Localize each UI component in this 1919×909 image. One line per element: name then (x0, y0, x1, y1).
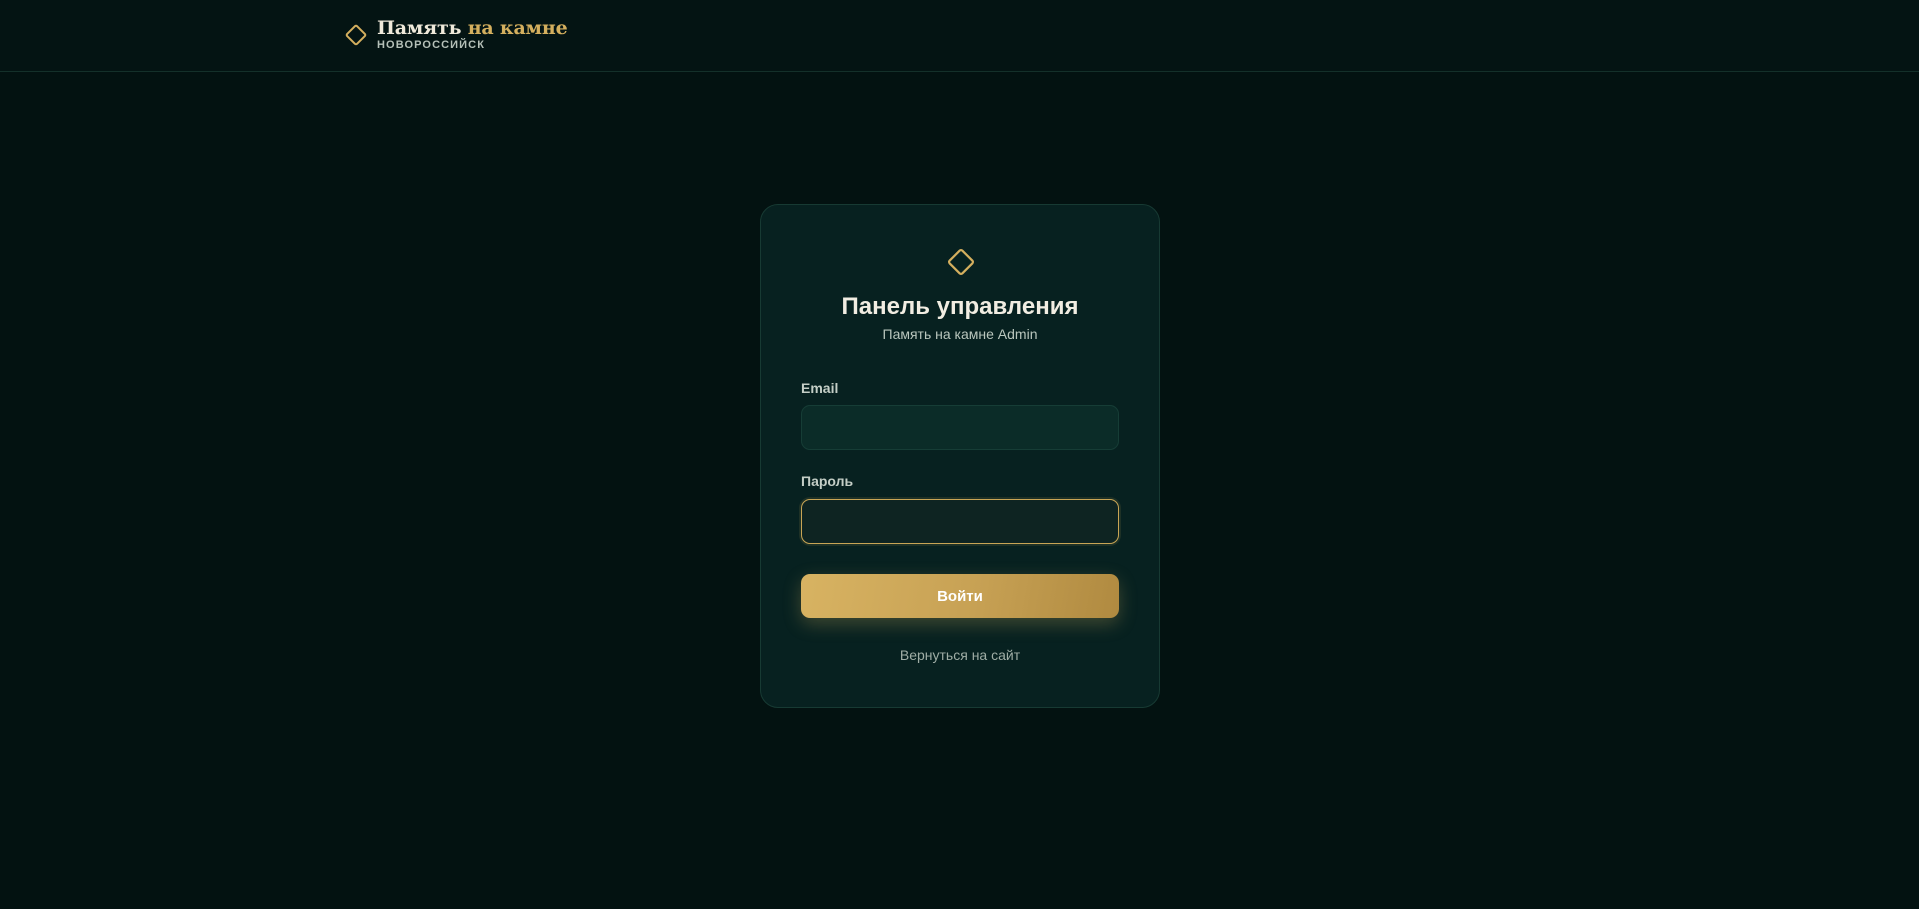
brand-title: Память на камне (377, 17, 568, 39)
page-subtitle: Память на камне Admin (882, 326, 1038, 342)
brand-title-accent: на камне (467, 17, 568, 39)
back-to-site-link[interactable]: Вернуться на сайт (761, 647, 1159, 663)
site-header: Память на камне НОВОРОССИЙСК (0, 0, 1919, 72)
brand-logo-link[interactable]: Память на камне НОВОРОССИЙСК (343, 17, 568, 51)
diamond-outline-icon (948, 249, 974, 275)
page-title: Панель управления (841, 293, 1079, 320)
brand-title-main: Память (377, 17, 462, 39)
brand-subtitle: НОВОРОССИЙСК (377, 39, 486, 51)
login-button[interactable]: Войти (801, 574, 1119, 618)
email-label: Email (801, 380, 839, 396)
email-field[interactable] (801, 405, 1119, 450)
diamond-outline-icon (345, 24, 367, 46)
password-field[interactable] (801, 499, 1119, 544)
password-label: Пароль (801, 473, 854, 489)
login-card: Панель управления Память на камне Admin … (760, 204, 1160, 708)
brand-text: Память на камне НОВОРОССИЙСК (377, 17, 568, 51)
